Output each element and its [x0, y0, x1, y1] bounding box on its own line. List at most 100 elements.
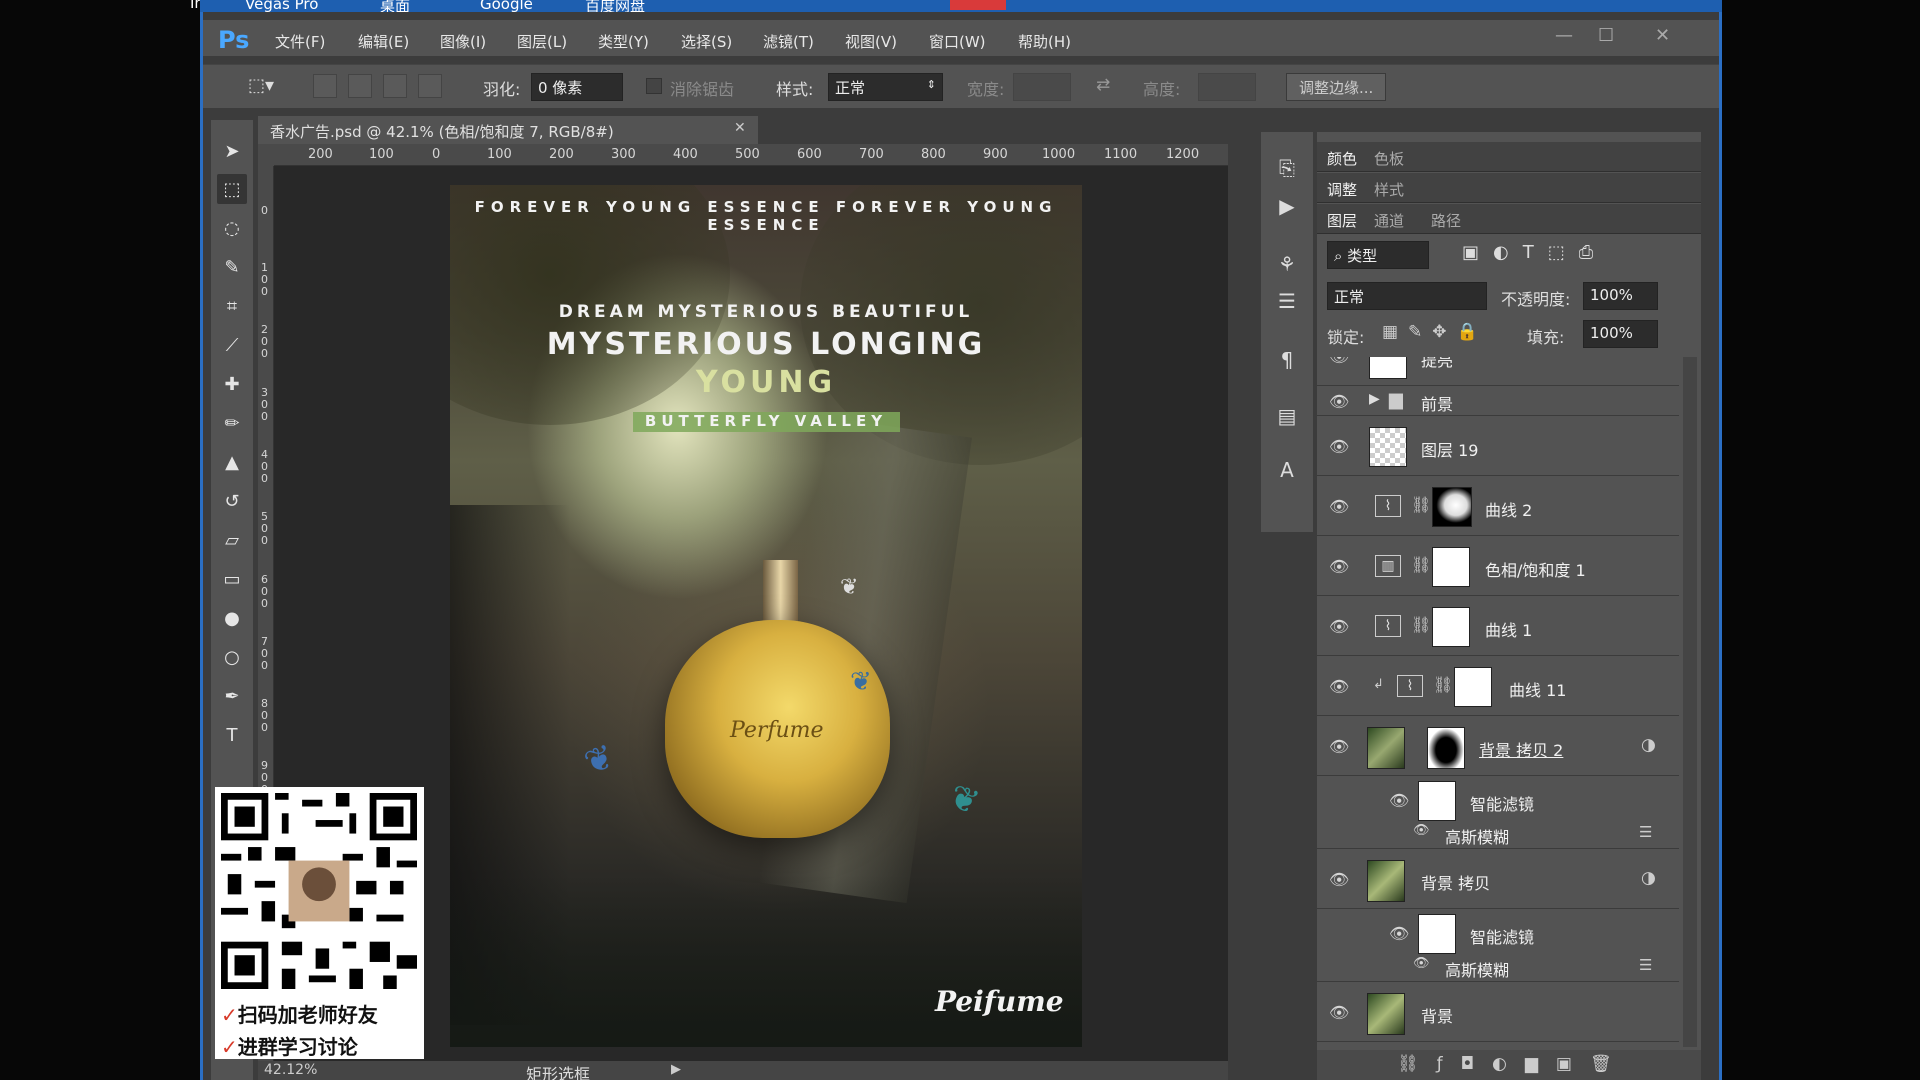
- zoom-level[interactable]: 42.12%: [264, 1062, 317, 1078]
- fill-input[interactable]: 100%: [1583, 320, 1658, 348]
- move-tool-icon[interactable]: ➤: [217, 136, 247, 166]
- lasso-tool-icon[interactable]: ◌: [217, 213, 247, 243]
- eye-icon[interactable]: 👁: [1329, 357, 1349, 366]
- stamp-tool-icon[interactable]: ▲: [217, 447, 247, 477]
- menu-window[interactable]: 窗口(W): [929, 31, 986, 52]
- menu-type[interactable]: 类型(Y): [598, 31, 649, 52]
- gradient-tool-icon[interactable]: ▭: [217, 564, 247, 594]
- layer-row[interactable]: 👁 提亮: [1317, 357, 1679, 386]
- quick-select-tool-icon[interactable]: ✎: [217, 252, 247, 282]
- menu-view[interactable]: 视图(V): [845, 31, 897, 52]
- properties-icon[interactable]: ☰: [1273, 287, 1301, 315]
- filter-options-icon[interactable]: ☰: [1639, 823, 1652, 841]
- lock-icons[interactable]: ▦✎✥🔒: [1382, 322, 1488, 342]
- layer-comps-icon[interactable]: ▤: [1273, 402, 1301, 430]
- maximize-icon[interactable]: ☐: [1598, 25, 1614, 46]
- marquee-preset-icon[interactable]: ⬚▾: [248, 75, 274, 96]
- menu-layer[interactable]: 图层(L): [517, 31, 567, 52]
- history-brush-tool-icon[interactable]: ↺: [217, 486, 247, 516]
- eye-icon[interactable]: 👁: [1329, 557, 1349, 576]
- close-icon[interactable]: ✕: [1655, 25, 1670, 46]
- link-icon[interactable]: ⛓: [1411, 615, 1431, 634]
- character-icon[interactable]: A: [1273, 456, 1301, 484]
- feather-input[interactable]: 0 像素: [531, 73, 623, 101]
- menu-select[interactable]: 选择(S): [681, 31, 732, 52]
- history-icon[interactable]: ⎘: [1273, 154, 1301, 182]
- layer-row[interactable]: 👁 背景: [1317, 983, 1679, 1042]
- intersect-selection-icon[interactable]: [418, 74, 442, 98]
- actions-play-icon[interactable]: ▶: [1273, 192, 1301, 220]
- link-icon[interactable]: ⛓: [1433, 675, 1453, 694]
- layer-row[interactable]: 👁 ▶ ▆ 前景: [1317, 386, 1679, 416]
- width-input[interactable]: [1013, 73, 1071, 101]
- eye-icon[interactable]: 👁: [1329, 437, 1349, 456]
- layers-scrollbar[interactable]: [1683, 357, 1697, 1047]
- minimize-icon[interactable]: —: [1555, 25, 1573, 46]
- eye-icon[interactable]: 👁: [1389, 791, 1409, 810]
- opacity-input[interactable]: 100%: [1583, 282, 1658, 310]
- menu-image[interactable]: 图像(I): [440, 31, 486, 52]
- refine-edge-button[interactable]: 调整边缘...: [1286, 73, 1387, 101]
- height-input[interactable]: [1198, 73, 1256, 101]
- dodge-tool-icon[interactable]: ○: [217, 642, 247, 672]
- brush-tool-icon[interactable]: ✏: [217, 408, 247, 438]
- add-selection-icon[interactable]: [348, 74, 372, 98]
- eye-icon[interactable]: 👁: [1329, 1003, 1349, 1022]
- menu-edit[interactable]: 编辑(E): [358, 31, 409, 52]
- eye-icon[interactable]: 👁: [1329, 617, 1349, 636]
- crop-tool-icon[interactable]: ⌗: [217, 291, 247, 321]
- layer-row[interactable]: 👁 智能滤镜: [1317, 777, 1679, 821]
- blur-tool-icon[interactable]: ●: [217, 603, 247, 633]
- eyedropper-tool-icon[interactable]: ⟋: [217, 330, 247, 360]
- healing-brush-tool-icon[interactable]: ✚: [217, 369, 247, 399]
- filter-options-icon[interactable]: ☰: [1639, 956, 1652, 974]
- layer-row[interactable]: 👁 ↲ ⌇ ⛓ 曲线 11: [1317, 657, 1679, 716]
- smart-filter-icon[interactable]: ◑: [1641, 735, 1656, 755]
- eye-icon[interactable]: 👁: [1413, 956, 1430, 971]
- link-icon[interactable]: ⛓: [1411, 555, 1431, 574]
- close-tab-icon[interactable]: ✕: [734, 120, 746, 136]
- paragraph-icon[interactable]: ¶: [1273, 346, 1301, 374]
- eye-icon[interactable]: 👁: [1329, 737, 1349, 756]
- layer-row[interactable]: 👁 背景 拷贝 ◑: [1317, 850, 1679, 909]
- tab-color[interactable]: 颜色: [1327, 148, 1357, 169]
- layer-footer-icons[interactable]: ⛓ƒ◘◐▆▣🗑: [1397, 1054, 1630, 1074]
- tab-layers[interactable]: 图层: [1327, 210, 1357, 231]
- swap-icon[interactable]: ⇄: [1096, 75, 1110, 95]
- eye-icon[interactable]: 👁: [1329, 870, 1349, 889]
- eye-icon[interactable]: 👁: [1329, 497, 1349, 516]
- poster-canvas[interactable]: FOREVER YOUNG ESSENCE FOREVER YOUNG ESSE…: [450, 185, 1082, 1047]
- marquee-tool-icon[interactable]: ⬚: [217, 174, 247, 204]
- document-tab[interactable]: 香水广告.psd @ 42.1% (色相/饱和度 7, RGB/8#) ✕: [258, 116, 758, 144]
- eraser-tool-icon[interactable]: ▱: [217, 525, 247, 555]
- menu-help[interactable]: 帮助(H): [1018, 31, 1071, 52]
- eye-icon[interactable]: 👁: [1413, 823, 1430, 838]
- layer-filter-icons[interactable]: ▣◐T⬚⎙: [1462, 242, 1607, 263]
- style-select[interactable]: 正常 ⇕: [828, 73, 943, 101]
- layer-filter-select[interactable]: ⌕ 类型: [1327, 241, 1429, 269]
- layer-row[interactable]: 👁 ▥ ⛓ 色相/饱和度 1: [1317, 537, 1679, 596]
- subtract-selection-icon[interactable]: [383, 74, 407, 98]
- brush-preset-icon[interactable]: ⚘: [1273, 250, 1301, 278]
- layer-row[interactable]: 👁 高斯模糊 ☰: [1317, 954, 1679, 982]
- layer-row[interactable]: 👁 背景 拷贝 2 ◑: [1317, 717, 1679, 776]
- menu-file[interactable]: 文件(F): [275, 31, 325, 52]
- smart-filter-icon[interactable]: ◑: [1641, 868, 1656, 888]
- link-icon[interactable]: ⛓: [1411, 495, 1431, 514]
- layer-row[interactable]: 👁 图层 19: [1317, 417, 1679, 476]
- eye-icon[interactable]: 👁: [1389, 924, 1409, 943]
- tab-swatches[interactable]: 色板: [1374, 148, 1404, 169]
- eye-icon[interactable]: 👁: [1329, 677, 1349, 696]
- eye-icon[interactable]: 👁: [1329, 392, 1349, 411]
- layer-row[interactable]: 👁 ⌇ ⛓ 曲线 2: [1317, 477, 1679, 536]
- layer-row[interactable]: 👁 高斯模糊 ☰: [1317, 821, 1679, 849]
- layer-row[interactable]: 👁 ⌇ ⛓ 曲线 1: [1317, 597, 1679, 656]
- triangle-right-icon[interactable]: ▶: [671, 1062, 681, 1077]
- tab-styles[interactable]: 样式: [1374, 179, 1404, 200]
- tab-channels[interactable]: 通道: [1374, 210, 1404, 231]
- new-selection-icon[interactable]: [313, 74, 337, 98]
- tab-paths[interactable]: 路径: [1431, 210, 1461, 231]
- tab-adjustments[interactable]: 调整: [1327, 179, 1357, 200]
- expand-arrow-icon[interactable]: ▶: [1369, 391, 1380, 407]
- type-tool-icon[interactable]: T: [217, 720, 247, 750]
